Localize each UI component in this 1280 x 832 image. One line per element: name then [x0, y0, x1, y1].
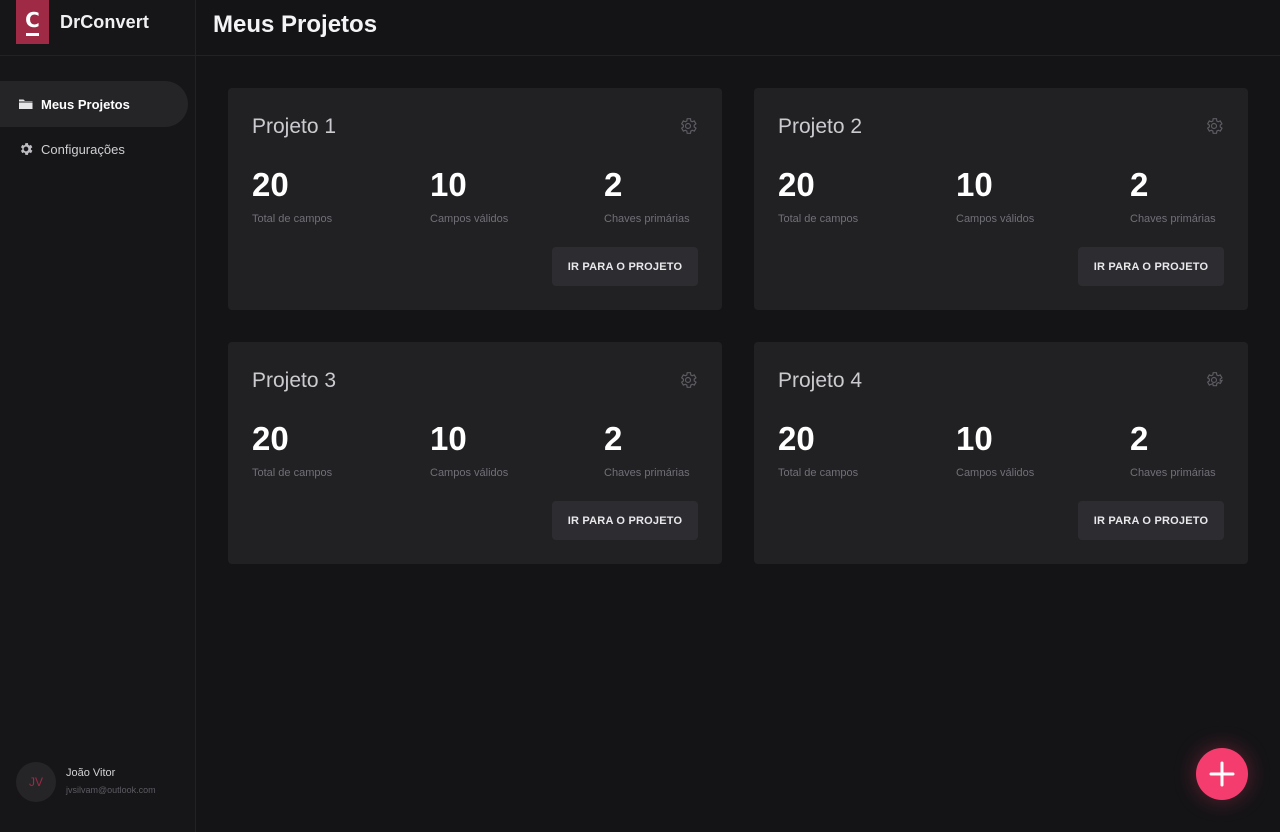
stat-value: 10 [956, 166, 993, 203]
stat-total-campos: 20 Total de campos [252, 420, 333, 480]
stat-total-campos: 20 Total de campos [778, 166, 859, 226]
stat-value: 20 [252, 420, 289, 457]
sidebar-item-label: Configurações [41, 141, 125, 157]
stat-value: 10 [430, 166, 467, 203]
stat-campos-validos: 10 Campos válidos [956, 166, 1035, 226]
stat-value: 2 [1130, 166, 1149, 203]
stat-label: Total de campos [252, 467, 333, 479]
stat-campos-validos: 10 Campos válidos [430, 420, 509, 480]
page-title: Meus Projetos [213, 11, 378, 38]
logo-underline [26, 33, 39, 36]
stat-value: 20 [778, 166, 815, 203]
user-name: João Vitor [66, 767, 116, 779]
stat-chaves-primarias: 2 Chaves primárias [604, 420, 690, 480]
user-profile[interactable]: JV João Vitor jvsilvam@outlook.com [16, 762, 191, 802]
go-to-project-button[interactable]: IR PARA O PROJETO [1078, 247, 1224, 286]
stat-value: 2 [604, 420, 623, 457]
stat-value: 20 [778, 420, 815, 457]
stat-chaves-primarias: 2 Chaves primárias [1130, 420, 1216, 480]
stat-label: Total de campos [778, 467, 859, 479]
stat-value: 20 [252, 166, 289, 203]
stat-label: Chaves primárias [604, 467, 690, 479]
avatar[interactable]: JV [16, 762, 56, 802]
folder-icon [18, 96, 34, 112]
project-title: Projeto 3 [252, 369, 337, 392]
stat-total-campos: 20 Total de campos [778, 420, 859, 480]
stat-total-campos: 20 Total de campos [252, 166, 333, 226]
stat-chaves-primarias: 2 Chaves primárias [1130, 166, 1216, 226]
stat-label: Campos válidos [430, 467, 509, 479]
stat-label: Chaves primárias [604, 213, 690, 225]
add-project-button[interactable] [1196, 748, 1248, 800]
project-title: Projeto 1 [252, 115, 337, 138]
sidebar-item-meus-projetos[interactable]: Meus Projetos [0, 81, 188, 127]
stat-label: Chaves primárias [1130, 467, 1216, 479]
go-to-project-button[interactable]: IR PARA O PROJETO [1078, 501, 1224, 540]
settings-gear-icon[interactable] [678, 116, 698, 136]
stat-label: Campos válidos [430, 213, 509, 225]
stat-value: 2 [604, 166, 623, 203]
header: Meus Projetos [196, 0, 1280, 56]
project-title: Projeto 4 [778, 369, 863, 392]
stat-label: Total de campos [778, 213, 859, 225]
project-card-4: Projeto 4 20 Total de campos 10 Campos v… [754, 342, 1248, 564]
app-root: C DrConvert Meus Projetos Configurações [0, 0, 1280, 832]
stat-value: 10 [430, 420, 467, 457]
settings-gear-icon[interactable] [678, 370, 698, 390]
plus-icon [1209, 761, 1235, 787]
app-name: DrConvert [60, 12, 149, 32]
go-to-project-button[interactable]: IR PARA O PROJETO [552, 501, 698, 540]
stat-label: Chaves primárias [1130, 213, 1216, 225]
project-card-1: Projeto 1 20 Total de campos 10 Campos v… [228, 88, 722, 310]
stat-value: 2 [1130, 420, 1149, 457]
settings-gear-icon[interactable] [1204, 370, 1224, 390]
project-card-3: Projeto 3 20 Total de campos 10 Campos v… [228, 342, 722, 564]
stat-campos-validos: 10 Campos válidos [430, 166, 509, 226]
settings-gear-icon[interactable] [1204, 116, 1224, 136]
stat-label: Campos válidos [956, 213, 1035, 225]
logo-letter: C [25, 8, 40, 32]
brand: C DrConvert [0, 0, 195, 56]
stat-label: Campos válidos [956, 467, 1035, 479]
project-card-2: Projeto 2 20 Total de campos 10 Campos v… [754, 88, 1248, 310]
sidebar: C DrConvert Meus Projetos Configurações [0, 0, 196, 832]
stat-label: Total de campos [252, 213, 333, 225]
gear-icon [18, 141, 34, 157]
stat-value: 10 [956, 420, 993, 457]
stat-campos-validos: 10 Campos válidos [956, 420, 1035, 480]
user-email: jvsilvam@outlook.com [66, 785, 156, 795]
sidebar-item-configuracoes[interactable]: Configurações [0, 126, 188, 172]
sidebar-item-label: Meus Projetos [41, 96, 130, 112]
stat-chaves-primarias: 2 Chaves primárias [604, 166, 690, 226]
logo[interactable]: C [16, 0, 49, 44]
project-title: Projeto 2 [778, 115, 863, 138]
go-to-project-button[interactable]: IR PARA O PROJETO [552, 247, 698, 286]
